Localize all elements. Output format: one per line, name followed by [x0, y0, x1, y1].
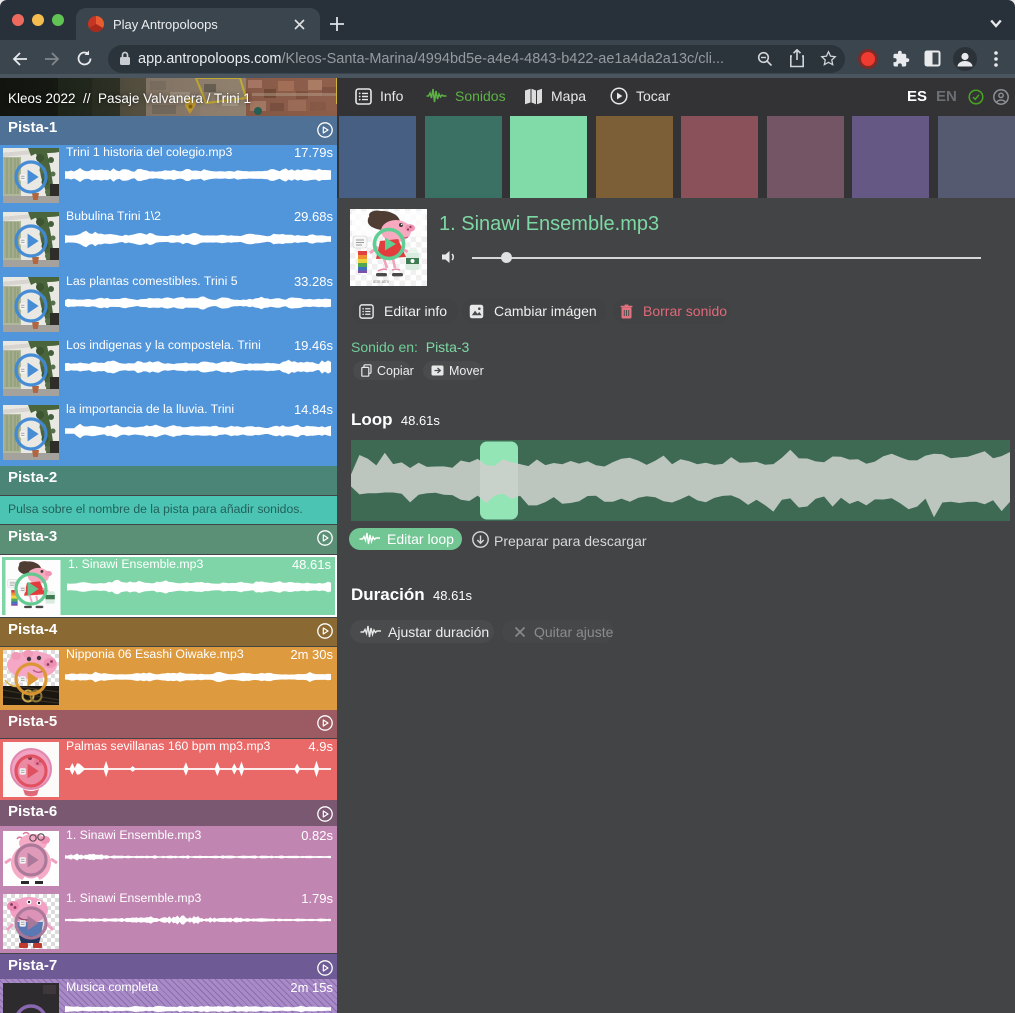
svg-text:PEPPA: PEPPA	[24, 790, 37, 795]
svg-text:atm atm: atm atm	[373, 279, 390, 284]
